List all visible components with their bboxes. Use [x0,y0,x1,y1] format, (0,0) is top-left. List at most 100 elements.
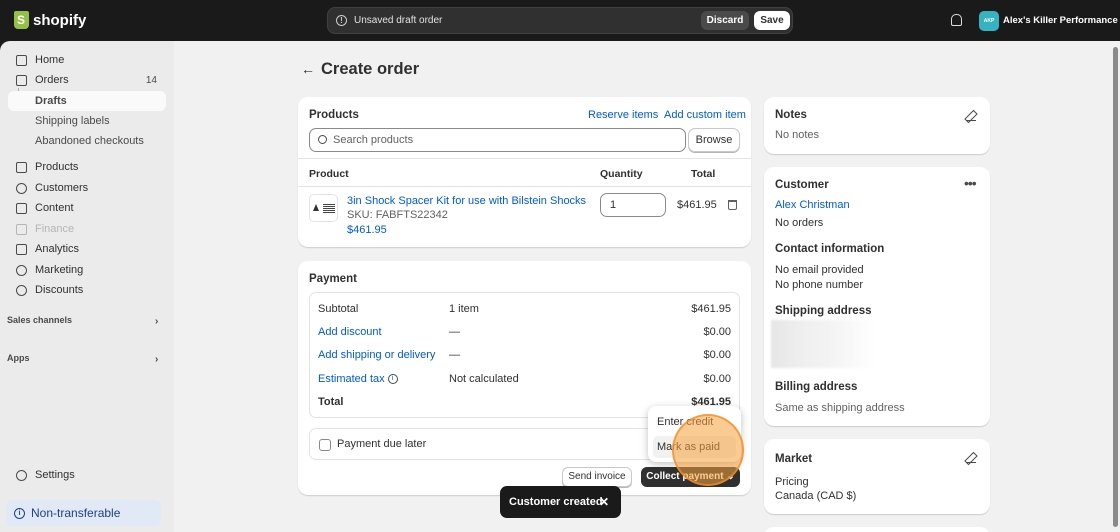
close-icon[interactable]: ✕ [599,495,609,509]
non-transferable-banner[interactable]: i Non-transferable [6,500,161,526]
product-price[interactable]: $461.95 [347,224,387,236]
sidebar-item-label: Finance [35,223,75,235]
sidebar-item-customers[interactable]: Customers [8,178,166,198]
quantity-input[interactable]: 1 [600,193,666,217]
sales-channels-heading[interactable]: Sales channels › [7,315,158,327]
billing-address-heading: Billing address [775,381,858,393]
column-header-total: Total [691,168,716,180]
estimated-tax-link[interactable]: Estimated tax i [318,373,398,385]
page-title: Create order [321,60,420,78]
sidebar-item-settings[interactable]: Settings [8,465,166,485]
sidebar-item-label: Customers [35,182,89,194]
toast-text: Customer created [509,496,603,508]
label-lines [323,204,335,213]
column-header-product: Product [309,168,349,180]
market-heading: Market [775,453,813,465]
bell-icon[interactable] [951,14,962,26]
click-highlight [672,414,744,486]
shopify-bag-icon [14,11,29,29]
next-card [764,527,990,532]
back-arrow-icon[interactable]: ← [299,61,317,77]
tag-icon [16,161,27,173]
shipping-value: $0.00 [703,349,731,361]
sidebar-item-abandoned-checkouts[interactable]: Abandoned checkouts [8,131,166,151]
section-label: Apps [7,353,30,363]
sidebar-item-shipping-labels[interactable]: Shipping labels [8,111,166,131]
sidebar-item-discounts[interactable]: Discounts [8,280,166,300]
add-discount-link[interactable]: Add discount [318,326,382,338]
toast: Customer created ✕ [500,486,621,518]
payment-due-later-checkbox[interactable] [319,439,331,451]
sidebar-item-label: Analytics [35,243,80,255]
divider [298,186,751,187]
sidebar-item-label: Content [35,202,74,214]
sidebar-item-orders[interactable]: Orders 14 [8,70,166,90]
sidebar-item-label: Shipping labels [35,115,110,127]
total-label: Total [318,396,344,408]
store-name[interactable]: Alex's Killer Performance [1003,15,1118,26]
orders-icon [16,74,27,86]
send-invoice-button[interactable]: Send invoice [562,467,632,487]
payment-heading: Payment [309,273,357,285]
search-icon [318,135,327,144]
sidebar-item-content[interactable]: Content [8,198,166,218]
brand-name: shopify [33,11,87,29]
edit-icon[interactable] [966,453,976,463]
sidebar-item-analytics[interactable]: Analytics [8,239,166,259]
person-icon [16,182,27,194]
pricing-label: Pricing [775,476,809,488]
chevron-right-icon: › [155,316,159,327]
discount-dash: — [449,326,460,338]
shopify-logo[interactable]: shopify [14,11,86,29]
product-name-link[interactable]: 3in Shock Spacer Kit for use with Bilste… [347,195,586,207]
estimated-tax-label: Estimated tax [318,373,385,385]
sidebar-item-home[interactable]: Home [8,50,166,70]
edit-icon[interactable] [966,111,976,121]
sidebar-item-label: Products [35,161,79,173]
tax-value: $0.00 [703,373,731,385]
browse-button[interactable]: Browse [688,128,740,152]
contact-phone: No phone number [775,279,864,291]
home-icon [16,54,27,66]
reserve-items-link[interactable]: Reserve items [588,109,658,121]
tax-note: Not calculated [449,373,519,385]
product-sku: SKU: FABFTS22342 [347,209,448,221]
avatar[interactable]: AKP [979,11,999,31]
search-input[interactable]: Search products [309,128,686,152]
unsaved-text: Unsaved draft order [354,15,443,26]
sidebar-item-marketing[interactable]: Marketing [8,260,166,280]
customer-name-link[interactable]: Alex Christman [775,199,850,211]
sidebar-item-finance: Finance [8,219,166,239]
sidebar-item-label: Discounts [35,284,84,296]
sidebar-item-label: Abandoned checkouts [35,135,144,147]
info-icon[interactable]: i [387,374,398,385]
product-thumbnail [309,194,338,222]
discount-icon [16,284,27,296]
add-custom-item-link[interactable]: Add custom item [664,109,746,121]
discount-value: $0.00 [703,326,731,338]
scrollbar-thumb[interactable] [1113,47,1118,527]
chevron-right-icon: › [155,354,159,365]
line-total: $461.95 [677,199,717,211]
sidebar-item-products[interactable]: Products [8,157,166,177]
payment-due-later-label: Payment due later [337,438,427,450]
sidebar-item-label: Drafts [35,95,67,107]
discard-button[interactable]: Discard [701,11,749,30]
more-actions-icon[interactable]: ••• [964,175,977,191]
subtotal-qty: 1 item [449,303,479,315]
save-button[interactable]: Save [754,11,790,30]
sidebar-item-drafts[interactable]: Drafts [8,91,166,111]
contact-email: No email provided [775,264,864,276]
info-icon: i [14,507,25,519]
scrollbar[interactable] [1110,41,1120,532]
shipping-address-heading: Shipping address [775,305,872,317]
apps-heading[interactable]: Apps › [7,353,158,365]
content-icon [16,202,27,214]
add-shipping-link[interactable]: Add shipping or delivery [318,349,435,361]
trash-icon[interactable] [728,200,737,210]
notes-heading: Notes [775,109,807,121]
pricing-value: Canada (CAD $) [775,490,857,502]
warning-icon [313,204,319,211]
gear-icon [16,469,27,481]
products-heading: Products [309,109,359,121]
